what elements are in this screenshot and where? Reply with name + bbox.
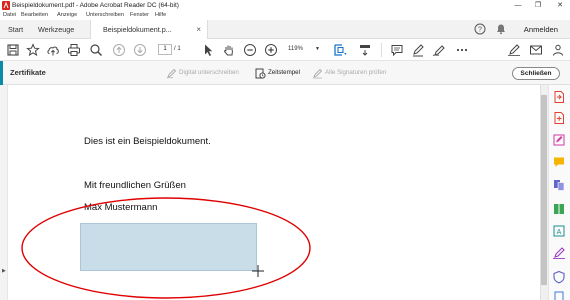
menu-sign[interactable]: Unterschreiben bbox=[86, 11, 124, 20]
menu-bar: Datei Bearbeiten Anzeige Unterschreiben … bbox=[0, 11, 570, 20]
hand-tool-icon[interactable] bbox=[222, 43, 236, 57]
menu-help[interactable]: Hilfe bbox=[155, 11, 166, 20]
acrobat-icon bbox=[2, 1, 10, 10]
signature-field-selection[interactable] bbox=[80, 223, 257, 271]
chevron-down-icon: ▼ bbox=[315, 46, 320, 52]
search-icon[interactable] bbox=[89, 43, 103, 57]
previous-page-icon[interactable] bbox=[112, 43, 126, 57]
share-icon[interactable] bbox=[551, 43, 565, 57]
certificates-accent bbox=[0, 61, 3, 85]
page-fit-icon[interactable] bbox=[333, 43, 347, 57]
tab-home[interactable]: Start bbox=[8, 20, 23, 39]
toolbar-separator bbox=[381, 43, 382, 57]
protect-icon[interactable] bbox=[552, 270, 566, 284]
close-certificates-button[interactable]: Schließen bbox=[512, 67, 560, 80]
tab-row: Start Werkzeuge Beispieldokument.p... × … bbox=[0, 20, 570, 39]
select-cursor-icon[interactable] bbox=[201, 43, 215, 57]
validate-all-button[interactable]: Alle Signaturen prüfen bbox=[325, 61, 386, 85]
zoom-in-icon[interactable] bbox=[264, 43, 278, 57]
highlight-pen-icon[interactable] bbox=[411, 43, 425, 57]
scroll-mode-icon[interactable] bbox=[358, 43, 372, 57]
timestamp-button[interactable]: Zeitstempel bbox=[268, 61, 300, 85]
document-line: Dies ist ein Beispieldokument. bbox=[84, 136, 211, 147]
sign-in-button[interactable]: Anmelden bbox=[524, 20, 558, 39]
svg-text:A: A bbox=[557, 229, 562, 236]
more-tools-icon[interactable] bbox=[455, 43, 469, 57]
certificates-title: Zertifikate bbox=[10, 68, 46, 77]
expand-left-panel-icon[interactable]: ▶ bbox=[2, 268, 6, 274]
fill-and-sign-tool-icon[interactable] bbox=[552, 246, 566, 260]
page-number-input[interactable]: 1 bbox=[158, 44, 172, 55]
window-title: Beispieldokument.pdf - Adobe Acrobat Rea… bbox=[12, 2, 179, 9]
zoom-level-value: 119% bbox=[288, 46, 303, 52]
save-icon[interactable] bbox=[6, 43, 20, 57]
minimize-button[interactable]: — bbox=[508, 0, 528, 11]
certificates-bar: Zertifikate Digital unterschreiben Zeits… bbox=[0, 61, 570, 85]
title-bar: Beispieldokument.pdf - Adobe Acrobat Rea… bbox=[0, 0, 570, 11]
zoom-level-dropdown[interactable]: 119% ▼ bbox=[288, 44, 324, 55]
create-pdf-icon[interactable] bbox=[552, 111, 566, 125]
maximize-button[interactable]: ❐ bbox=[528, 0, 548, 11]
svg-text:?: ? bbox=[478, 27, 482, 34]
combine-files-icon[interactable] bbox=[552, 178, 566, 192]
more-tools-panel-icon[interactable] bbox=[552, 290, 566, 300]
timestamp-icon bbox=[255, 68, 266, 79]
document-line: Max Mustermann bbox=[84, 202, 158, 213]
tab-document[interactable]: Beispieldokument.p... × bbox=[90, 20, 208, 39]
crosshair-cursor-icon bbox=[252, 265, 264, 277]
zoom-out-icon[interactable] bbox=[243, 43, 257, 57]
digital-sign-button[interactable]: Digital unterschreiben bbox=[179, 61, 239, 85]
comment-tool-icon[interactable] bbox=[552, 155, 566, 169]
close-window-button[interactable]: ✕ bbox=[550, 0, 570, 11]
tab-tools[interactable]: Werkzeuge bbox=[38, 20, 74, 39]
comment-icon[interactable] bbox=[390, 43, 404, 57]
tab-close-button[interactable]: × bbox=[196, 20, 201, 39]
draw-signature-icon[interactable] bbox=[432, 43, 446, 57]
edit-pdf-icon[interactable] bbox=[552, 133, 566, 147]
print-icon[interactable] bbox=[67, 43, 81, 57]
main-toolbar: 1 / 1 119% ▼ bbox=[0, 39, 570, 61]
bookmark-star-icon[interactable] bbox=[26, 43, 40, 57]
scrollbar-thumb[interactable] bbox=[541, 95, 547, 285]
notification-bell-icon[interactable] bbox=[495, 23, 507, 35]
fill-sign-icon[interactable] bbox=[507, 43, 521, 57]
cloud-upload-icon[interactable] bbox=[46, 43, 60, 57]
export-pdf-icon[interactable] bbox=[552, 90, 566, 104]
menu-window[interactable]: Fenster bbox=[130, 11, 149, 20]
validate-signatures-icon bbox=[313, 68, 323, 79]
scan-ocr-icon[interactable]: A bbox=[552, 224, 566, 238]
menu-view[interactable]: Anzeige bbox=[57, 11, 77, 20]
next-page-icon[interactable] bbox=[133, 43, 147, 57]
help-icon[interactable]: ? bbox=[474, 23, 486, 35]
menu-edit[interactable]: Bearbeiten bbox=[21, 11, 48, 20]
tab-document-label: Beispieldokument.p... bbox=[103, 25, 172, 34]
menu-file[interactable]: Datei bbox=[3, 11, 16, 20]
send-email-icon[interactable] bbox=[529, 43, 543, 57]
page-total: / 1 bbox=[174, 46, 181, 52]
document-line: Mit freundlichen Grüßen bbox=[84, 180, 186, 191]
organize-pages-icon[interactable] bbox=[552, 202, 566, 216]
digital-sign-icon bbox=[166, 68, 177, 79]
